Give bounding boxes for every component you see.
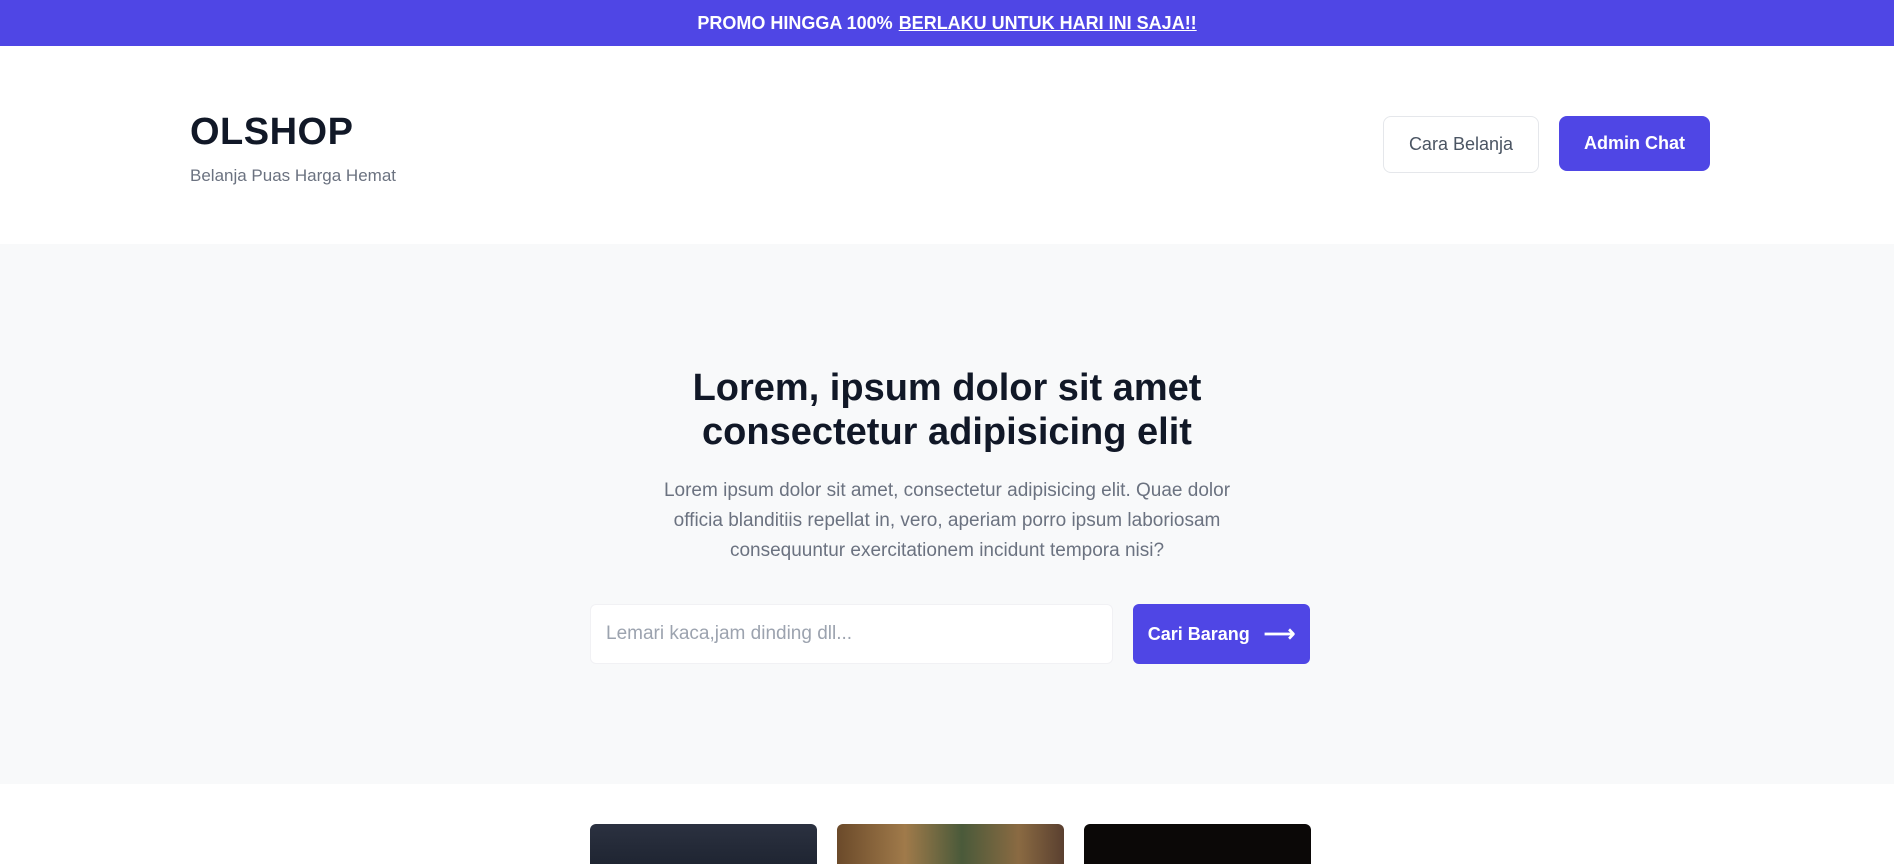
hero-section: Lorem, ipsum dolor sit amet consectetur … [0, 244, 1894, 784]
admin-chat-button[interactable]: Admin Chat [1559, 116, 1710, 171]
header-actions: Cara Belanja Admin Chat [1382, 116, 1710, 173]
search-form: Cari Barang ⟶ [590, 604, 1310, 664]
brand: OLSHOP Belanja Puas Harga Hemat [190, 110, 396, 186]
brand-tagline: Belanja Puas Harga Hemat [190, 165, 397, 185]
promo-banner: PROMO HINGGA 100% BERLAKU UNTUK HARI INI… [0, 0, 1894, 46]
arrow-right-icon: ⟶ [1263, 621, 1296, 646]
promo-text: PROMO HINGGA 100% [697, 12, 893, 33]
search-button-label: Cari Barang [1147, 623, 1250, 644]
search-input[interactable] [590, 604, 1113, 664]
promo-link[interactable]: BERLAKU UNTUK HARI INI SAJA!! [899, 13, 1197, 34]
site-header: OLSHOP Belanja Puas Harga Hemat Cara Bel… [0, 46, 1894, 244]
hero-description: Lorem ipsum dolor sit amet, consectetur … [663, 480, 1231, 561]
search-button[interactable]: Cari Barang ⟶ [1133, 604, 1310, 664]
cara-belanja-button[interactable]: Cara Belanja [1382, 116, 1539, 173]
brand-title[interactable]: OLSHOP [190, 110, 396, 156]
product-card-image[interactable] [590, 824, 817, 864]
hero-title: Lorem, ipsum dolor sit amet consectetur … [692, 367, 1202, 453]
product-cards [590, 824, 1311, 864]
product-card-image[interactable] [1084, 824, 1311, 864]
product-card-image[interactable] [837, 824, 1064, 864]
